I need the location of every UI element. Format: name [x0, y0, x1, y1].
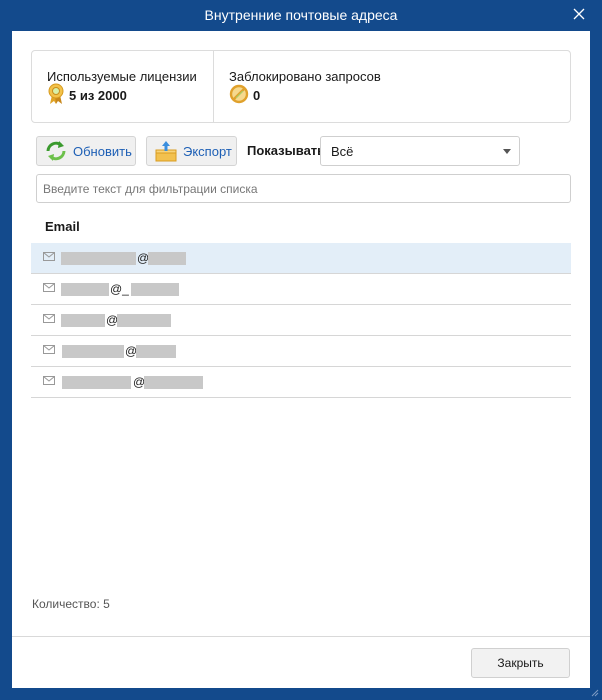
table-row[interactable]: @: [31, 243, 571, 274]
window-title: Внутренние почтовые адреса: [204, 7, 398, 23]
footer-divider: [12, 636, 590, 637]
licenses-stat: Используемые лицензии 5 из 2000: [32, 51, 214, 122]
show-filter-value: Всё: [331, 144, 354, 159]
blocked-value: 0: [253, 87, 261, 103]
show-label: Показывать: [247, 143, 326, 158]
email-table: @ @_ @ @ @: [31, 243, 571, 398]
redacted-local-part: [62, 376, 131, 389]
licenses-label: Используемые лицензии: [47, 69, 197, 84]
table-row[interactable]: @: [31, 305, 571, 336]
filter-input[interactable]: [36, 174, 571, 203]
item-count: Количество: 5: [32, 597, 110, 611]
export-label: Экспорт: [183, 143, 232, 159]
redacted-domain: [117, 314, 171, 327]
close-icon[interactable]: [570, 5, 588, 23]
redacted-local-part: [61, 314, 105, 327]
dialog-window: Внутренние почтовые адреса Используемые …: [0, 0, 602, 700]
title-bar: Внутренние почтовые адреса: [0, 0, 602, 30]
redacted-domain: [131, 283, 179, 296]
dialog-content: Используемые лицензии 5 из 2000 Заблокир…: [12, 31, 590, 688]
redacted-local-part: [62, 345, 124, 358]
blocked-circle-icon: [229, 84, 249, 107]
table-row[interactable]: @: [31, 367, 571, 398]
redacted-domain: [148, 252, 186, 265]
resize-grip-icon[interactable]: [589, 687, 599, 697]
envelope-icon: [43, 252, 55, 261]
refresh-icon: [43, 140, 69, 162]
redacted-local-part: [61, 252, 136, 265]
email-column-header[interactable]: Email: [45, 219, 80, 234]
toolbar: Обновить Экспорт Показывать Всё: [36, 136, 520, 166]
email-at: @_: [110, 282, 129, 296]
redacted-local-part: [61, 283, 109, 296]
ribbon-badge-icon: [47, 83, 65, 108]
redacted-domain: [136, 345, 176, 358]
stats-panel: Используемые лицензии 5 из 2000 Заблокир…: [31, 50, 571, 123]
table-row[interactable]: @: [31, 336, 571, 367]
refresh-label: Обновить: [73, 143, 132, 159]
blocked-label: Заблокировано запросов: [229, 69, 381, 84]
blocked-stat: Заблокировано запросов 0: [214, 51, 570, 122]
show-filter-select[interactable]: Всё: [320, 136, 520, 166]
envelope-icon: [43, 345, 55, 354]
chevron-down-icon: [503, 149, 511, 154]
licenses-value: 5 из 2000: [69, 87, 127, 103]
envelope-icon: [43, 314, 55, 323]
close-button[interactable]: Закрыть: [471, 648, 570, 678]
refresh-button[interactable]: Обновить: [36, 136, 136, 166]
export-button[interactable]: Экспорт: [146, 136, 237, 166]
table-row[interactable]: @_: [31, 274, 571, 305]
export-box-icon: [153, 140, 179, 162]
envelope-icon: [43, 376, 55, 385]
redacted-domain: [144, 376, 203, 389]
envelope-icon: [43, 283, 55, 292]
